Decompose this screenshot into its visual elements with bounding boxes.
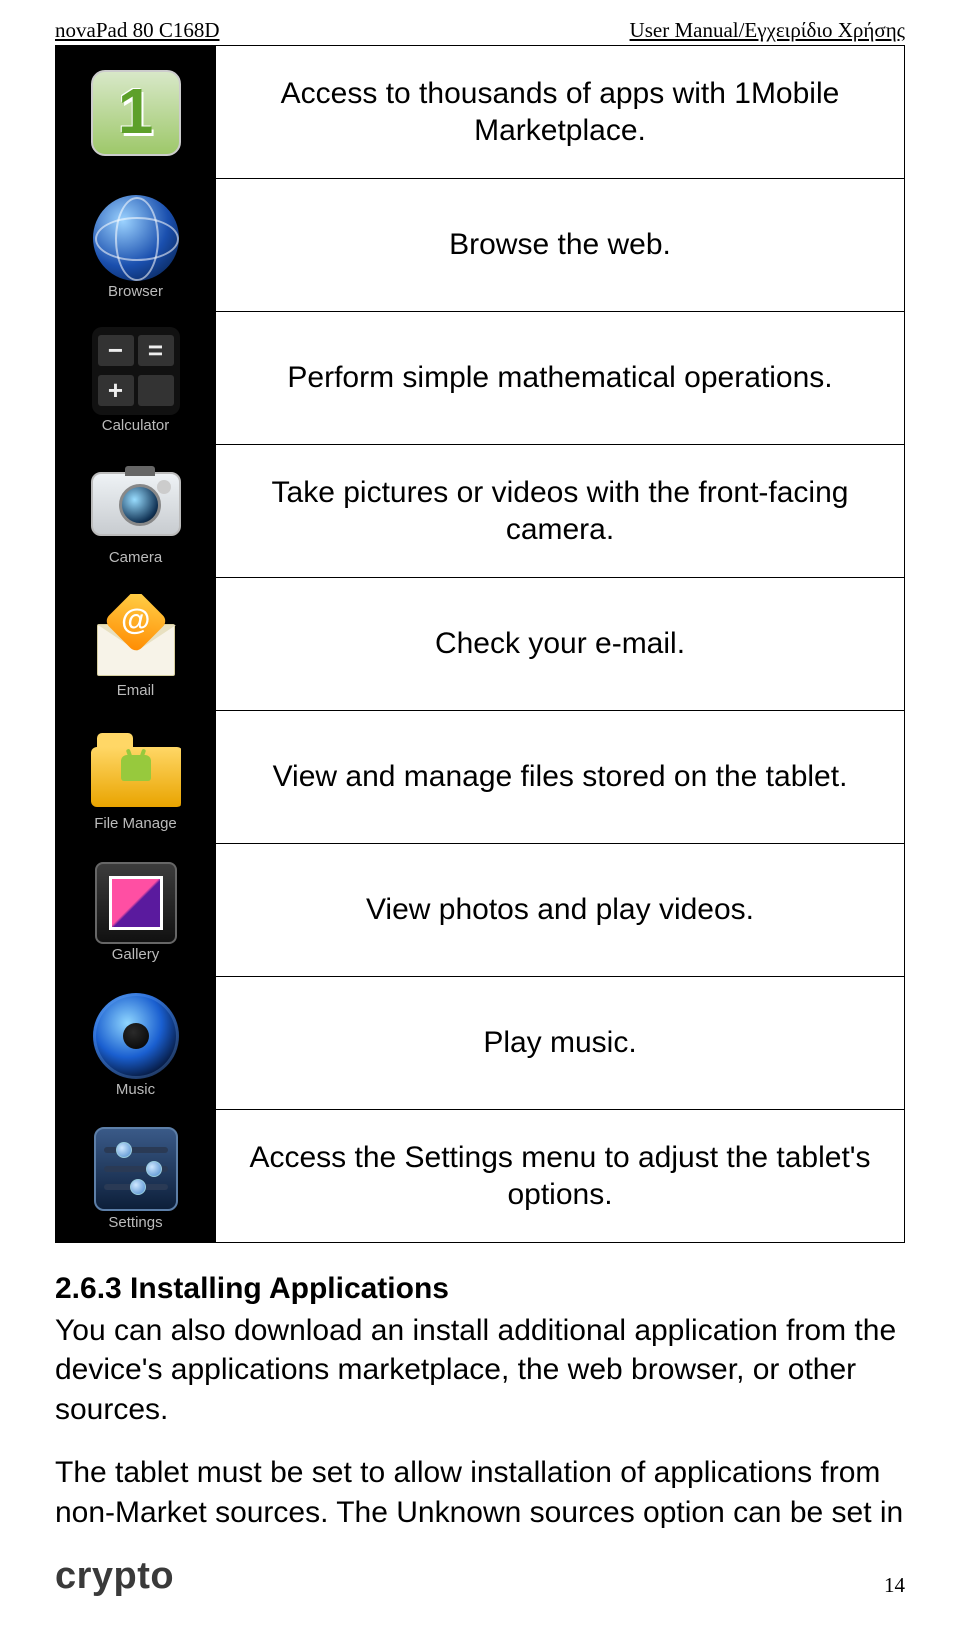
app-label: Browser [108, 283, 163, 300]
app-icon-1mobile: 1 [56, 46, 216, 179]
table-row: File Manage View and manage files stored… [56, 711, 905, 844]
header-left: novaPad 80 C168D [55, 18, 220, 43]
globe-icon [93, 195, 179, 281]
page-number: 14 [884, 1573, 905, 1598]
table-row: Camera Take pictures or videos with the … [56, 445, 905, 578]
app-icon-email: @ Email [56, 578, 216, 711]
gallery-icon [95, 862, 177, 944]
app-icon-filemanager: File Manage [56, 711, 216, 844]
app-label: Calculator [102, 417, 170, 434]
brand-logo: crypto [55, 1555, 174, 1598]
app-label: Email [117, 682, 155, 699]
table-row: Music Play music. [56, 977, 905, 1110]
header-right: User Manual/Εγχειρίδιο Χρήσης [630, 18, 905, 43]
app-desc: View photos and play videos. [216, 844, 905, 977]
app-desc: Take pictures or videos with the front-f… [216, 445, 905, 578]
page-header: novaPad 80 C168D User Manual/Εγχειρίδιο … [55, 0, 905, 43]
section-paragraph: The tablet must be set to allow installa… [55, 1453, 905, 1532]
app-icon-settings: Settings [56, 1110, 216, 1243]
app-label: Music [116, 1081, 155, 1098]
app-desc: Access the Settings menu to adjust the t… [216, 1110, 905, 1243]
app-desc: Access to thousands of apps with 1Mobile… [216, 46, 905, 179]
one-mobile-icon: 1 [91, 70, 181, 156]
app-label: Settings [108, 1214, 162, 1231]
app-desc: View and manage files stored on the tabl… [216, 711, 905, 844]
page-footer: crypto 14 [55, 1555, 905, 1598]
folder-icon [91, 727, 181, 813]
app-icon-music: Music [56, 977, 216, 1110]
camera-icon [91, 461, 181, 547]
app-label: File Manage [94, 815, 177, 832]
table-row: @ Email Check your e-mail. [56, 578, 905, 711]
table-row: Gallery View photos and play videos. [56, 844, 905, 977]
app-icon-browser: Browser [56, 179, 216, 312]
app-desc: Perform simple mathematical operations. [216, 312, 905, 445]
table-row: Browser Browse the web. [56, 179, 905, 312]
app-icon-calculator: −=+ Calculator [56, 312, 216, 445]
calculator-icon: −=+ [92, 327, 180, 415]
app-icon-gallery: Gallery [56, 844, 216, 977]
app-desc: Play music. [216, 977, 905, 1110]
table-row: −=+ Calculator Perform simple mathematic… [56, 312, 905, 445]
settings-sliders-icon [91, 1126, 181, 1212]
table-row: Settings Access the Settings menu to adj… [56, 1110, 905, 1243]
section-heading: 2.6.3 Installing Applications [55, 1269, 905, 1309]
app-icon-camera: Camera [56, 445, 216, 578]
app-label: Gallery [112, 946, 160, 963]
app-desc: Browse the web. [216, 179, 905, 312]
section-installing-applications: 2.6.3 Installing Applications You can al… [55, 1269, 905, 1533]
table-row: 1 Access to thousands of apps with 1Mobi… [56, 46, 905, 179]
apps-table: 1 Access to thousands of apps with 1Mobi… [55, 45, 905, 1243]
speaker-icon [91, 993, 181, 1079]
app-desc: Check your e-mail. [216, 578, 905, 711]
section-paragraph: You can also download an install additio… [55, 1311, 905, 1430]
app-label: Camera [109, 549, 162, 566]
email-icon: @ [91, 594, 181, 680]
